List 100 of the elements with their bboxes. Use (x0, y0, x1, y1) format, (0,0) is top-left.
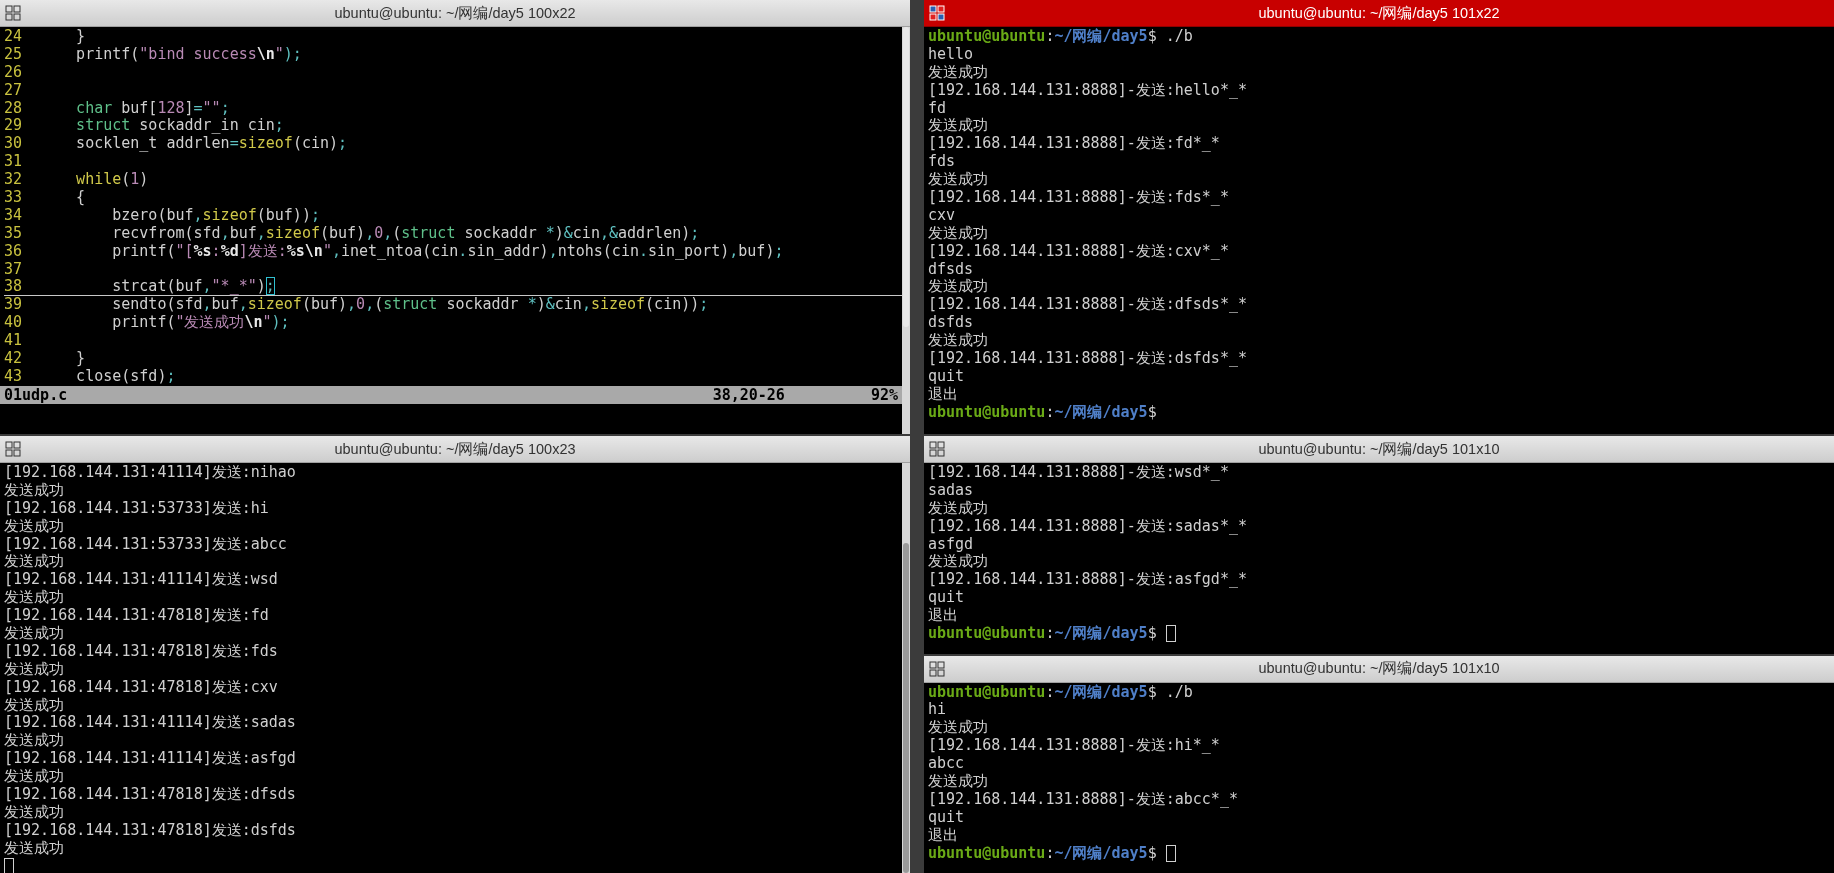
output-line: [192.168.144.131:8888]-发送:dsfds*_* (928, 350, 1247, 368)
output-line: [192.168.144.131:8888]-发送:sadas*_* (928, 517, 1247, 536)
output-line: 发送成功 (4, 589, 64, 608)
code-line: } (75, 28, 86, 46)
line-number: 43 (4, 367, 24, 386)
output-line: [192.168.144.131:53733]发送:hi (4, 499, 269, 518)
output-line: [192.168.144.131:8888]-发送:fd*_* (928, 135, 1220, 154)
output-line: abcc (928, 755, 965, 773)
output-line: 发送成功 (4, 768, 64, 787)
output-line: 发送成功 (928, 171, 988, 189)
output-line: 发送成功 (928, 224, 988, 243)
grid-icon[interactable] (929, 441, 945, 457)
output-line: [192.168.144.131:47818]发送:fd (4, 607, 269, 625)
output-line: 发送成功 (928, 117, 988, 136)
output-line: 发送成功 (4, 839, 64, 858)
prompt-line: ubuntu@ubuntu:~/网编/day5$ (928, 844, 1157, 863)
line-number: 29 (4, 117, 24, 136)
code-line: printf("bind success\n"); (75, 45, 302, 64)
grid-icon[interactable] (929, 660, 945, 677)
line-number: 35 (4, 224, 24, 243)
output-line: 发送成功 (4, 553, 64, 572)
output-line: hello (928, 45, 974, 64)
prompt-line: ubuntu@ubuntu:~/网编/day5$ (928, 403, 1157, 422)
line-number: 32 (4, 171, 24, 189)
output-line: 发送成功 (4, 803, 64, 822)
output-line: quit (928, 367, 965, 386)
output-line: quit (928, 589, 965, 607)
line-number: 33 (4, 189, 24, 207)
prompt-line: ubuntu@ubuntu:~/网编/day5$ ./b (928, 683, 1193, 702)
output-line: 发送成功 (928, 278, 988, 297)
window-title: ubuntu@ubuntu: ~/网编/day5 101x10 (1257, 439, 1501, 459)
code-line: printf("发送成功\n"); (111, 314, 290, 333)
window-title: ubuntu@ubuntu: ~/网编/day5 100x23 (333, 439, 577, 459)
text-cursor (4, 857, 14, 873)
window-title: ubuntu@ubuntu: ~/网编/day5 101x10 (1257, 659, 1501, 678)
output-line: 发送成功 (928, 772, 988, 791)
output-line: 发送成功 (928, 499, 988, 518)
output-line: 发送成功 (928, 553, 988, 572)
output-line: [192.168.144.131:8888]-发送:asfgd*_* (928, 571, 1247, 590)
line-number: 36 (4, 242, 24, 261)
scroll-percent: 92% (870, 385, 898, 404)
output-line: 发送成功 (928, 63, 988, 82)
output-line: quit (928, 808, 965, 827)
code-line: printf("[%s:%d]发送:%s\n",inet_ntoa(cin.sin_addr),ntohs(cin.sin_port),buf); (111, 242, 784, 261)
output-line: [192.168.144.131:41114]发送:asfgd (4, 750, 296, 768)
line-number: 38 (4, 278, 24, 297)
output-line: [192.168.144.131:41114]发送:wsd (4, 571, 278, 589)
output-line: [192.168.144.131:47818]发送:dsfds (4, 821, 296, 840)
code-line: socklen_t addrlen=sizeof(cin); (75, 135, 348, 154)
code-line: recvfrom(sfd,buf,sizeof(buf),0,(struct sockaddr *)&cin,&addrlen); (111, 224, 700, 243)
scrollbar[interactable] (902, 27, 910, 434)
code-line: struct sockaddr_in cin; (75, 117, 284, 136)
output-line: [192.168.144.131:8888]-发送:dfsds*_* (928, 296, 1247, 315)
line-number: 42 (4, 350, 24, 368)
output-line: 退出 (928, 385, 958, 404)
code-line: { (75, 189, 86, 207)
output-line: 发送成功 (4, 732, 64, 751)
file-name: 01udp.c (4, 385, 68, 404)
line-number: 40 (4, 314, 24, 333)
output-line: [192.168.144.131:41114]发送:sadas (4, 714, 296, 732)
output-line: [192.168.144.131:8888]-发送:cxv*_* (928, 242, 1229, 261)
code-line: bzero(buf,sizeof(buf)); (111, 206, 320, 225)
code-line: close(sfd); (75, 367, 176, 386)
output-line: [192.168.144.131:47818]发送:cxv (4, 678, 278, 697)
output-line: sadas (928, 481, 974, 500)
output-line: 发送成功 (4, 696, 64, 715)
grid-icon[interactable] (929, 5, 945, 21)
code-line: sendto(sfd,buf,sizeof(buf),0,(struct sockaddr *)&cin,sizeof(cin)); (111, 296, 709, 314)
line-number: 41 (4, 332, 24, 351)
scrollbar[interactable] (902, 463, 910, 873)
output-line: [192.168.144.131:8888]-发送:hello*_* (928, 81, 1247, 100)
output-line: 发送成功 (4, 625, 64, 643)
output-line: [192.168.144.131:8888]-发送:hi*_* (928, 737, 1220, 756)
output-line: fd (928, 99, 947, 118)
output-line: cxv (928, 206, 956, 225)
prompt-line: ubuntu@ubuntu:~/网编/day5$ (928, 625, 1157, 643)
line-number: 30 (4, 135, 24, 154)
line-number: 26 (4, 63, 24, 82)
line-number: 25 (4, 45, 24, 64)
output-line: [192.168.144.131:47818]发送:dfsds (4, 786, 296, 804)
line-number: 24 (4, 28, 24, 46)
output-line: 发送成功 (928, 332, 988, 351)
output-line: 退出 (928, 826, 958, 845)
prompt-line: ubuntu@ubuntu:~/网编/day5$ ./b (928, 28, 1193, 46)
code-line: while(1) (75, 171, 149, 189)
output-line: fds (928, 153, 956, 172)
window-title: ubuntu@ubuntu: ~/网编/day5 100x22 (333, 3, 577, 23)
output-line: dfsds (928, 260, 974, 278)
output-line: 退出 (928, 607, 958, 625)
output-line: 发送成功 (928, 719, 988, 738)
line-number: 39 (4, 296, 24, 315)
line-number: 31 (4, 153, 24, 172)
output-line: [192.168.144.131:53733]发送:abcc (4, 535, 287, 553)
code-line: } (75, 350, 86, 368)
grid-icon[interactable] (5, 5, 21, 21)
output-line: [192.168.144.131:8888]-发送:wsd*_* (928, 464, 1229, 482)
output-line: [192.168.144.131:47818]发送:fds (4, 642, 278, 661)
grid-icon[interactable] (5, 441, 21, 457)
output-line: asfgd (928, 535, 974, 553)
output-line: [192.168.144.131:8888]-发送:abcc*_* (928, 790, 1238, 809)
